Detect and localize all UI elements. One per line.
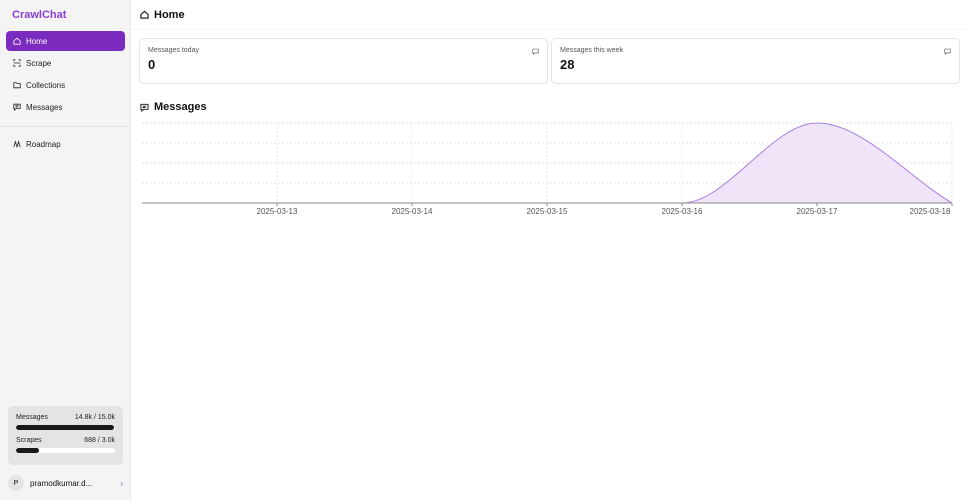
messages-usage-value: 14.8k / 15.0k [74,414,115,421]
user-name: pramodkumar.d... [30,478,93,488]
x-tick-label: 2025-03-14 [392,207,433,216]
user-menu[interactable]: P pramodkumar.d... › [8,474,123,492]
scrapes-usage-value: 688 / 3.0k [84,437,115,444]
scrapes-usage-label: Scrapes [16,437,42,444]
x-tick-label: 2025-03-16 [662,207,703,216]
messages-usage-label: Messages [16,414,48,421]
messages-usage-bar [16,425,115,430]
chevron-right-icon: › [120,478,123,488]
x-tick-label: 2025-03-13 [257,207,298,216]
usage-panel: Messages 14.8k / 15.0k Scrapes 688 / 3.0k [8,406,123,465]
avatar: P [8,475,24,491]
x-tick-label: 2025-03-17 [797,207,838,216]
x-tick-label: 2025-03-18 [910,207,951,216]
messages-chart: 2025-03-13 2025-03-14 2025-03-15 2025-03-16… [142,122,953,216]
x-tick-label: 2025-03-15 [527,207,568,216]
scrapes-usage-bar [16,448,115,453]
